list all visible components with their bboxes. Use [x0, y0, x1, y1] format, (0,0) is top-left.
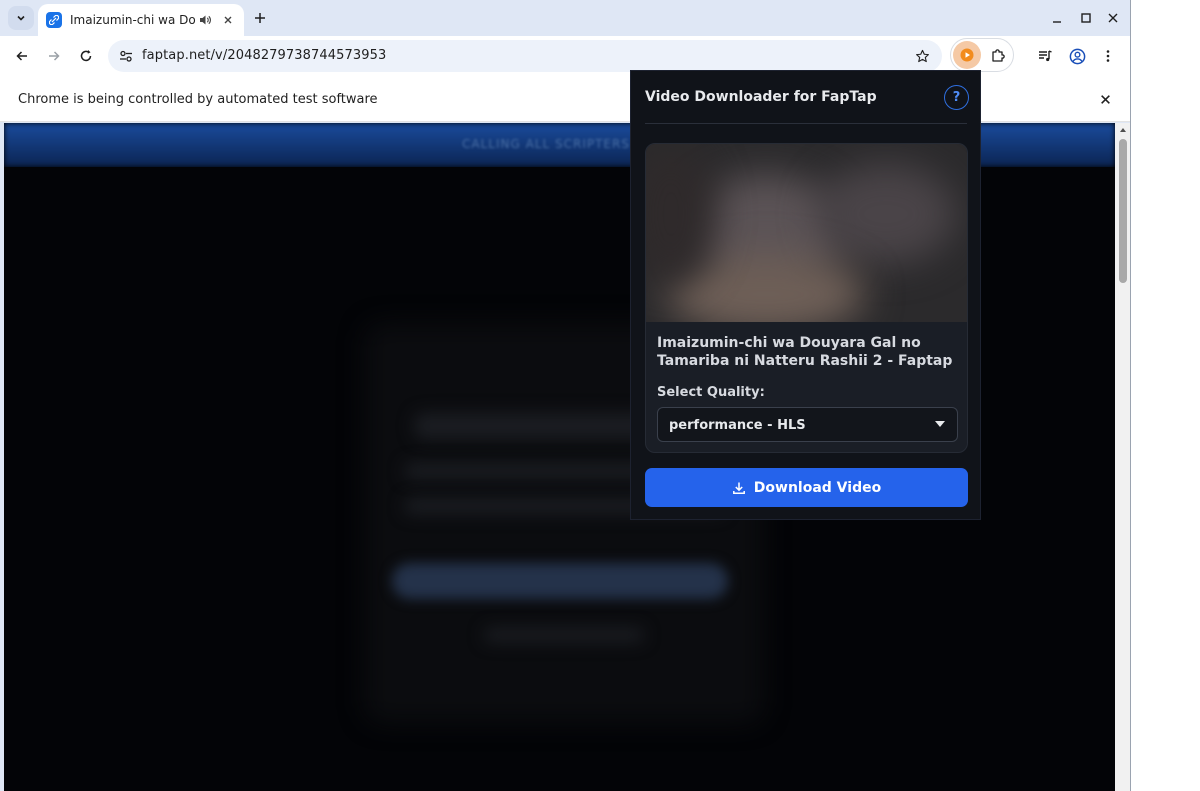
- back-button[interactable]: [8, 42, 36, 70]
- extension-popup: Video Downloader for FapTap ? Imaizumin-…: [630, 70, 981, 520]
- queue-music-icon: [1039, 50, 1052, 62]
- tune-icon: [120, 50, 132, 62]
- popup-title: Video Downloader for FapTap: [645, 89, 877, 105]
- infobar-close-button[interactable]: [1094, 88, 1116, 110]
- maximize-button[interactable]: [1076, 8, 1096, 28]
- infobar-message: Chrome is being controlled by automated …: [18, 92, 378, 107]
- thumbnail-blur-region: [816, 164, 956, 264]
- link-icon: [46, 12, 62, 28]
- video-thumbnail: [646, 144, 967, 322]
- help-button[interactable]: ?: [944, 85, 969, 110]
- browser-window: Imaizumin-chi wa Douyara Gal no Tamariba…: [0, 0, 1131, 791]
- close-icon: [224, 16, 232, 24]
- address-bar[interactable]: faptap.net/v/2048279738744573953: [108, 40, 942, 72]
- reload-icon: [80, 50, 92, 62]
- banner-text: CALLING ALL SCRIPTERS: [462, 137, 630, 151]
- tab-search-button[interactable]: [8, 6, 34, 30]
- video-downloader-extension-button[interactable]: [953, 41, 981, 69]
- popup-header: Video Downloader for FapTap ?: [645, 71, 969, 124]
- account-circle-icon: [1069, 48, 1085, 64]
- minimize-button[interactable]: [1047, 8, 1067, 28]
- blurred-text-line: [484, 628, 644, 642]
- video-title: Imaizumin-chi wa Douyara Gal no Tamariba…: [657, 335, 953, 369]
- page-scrollbar[interactable]: [1115, 123, 1130, 791]
- close-window-button[interactable]: [1103, 8, 1123, 28]
- menu-button[interactable]: [1094, 42, 1122, 70]
- close-icon: [1100, 94, 1110, 104]
- more-vertical-icon: [1106, 50, 1110, 62]
- quality-label: Select Quality:: [657, 385, 765, 400]
- quality-select[interactable]: performance - HLS: [657, 407, 958, 442]
- media-controls-button[interactable]: [1031, 42, 1059, 70]
- speaker-icon[interactable]: [198, 13, 212, 27]
- scroll-thumb[interactable]: [1119, 139, 1127, 283]
- blurred-button: [392, 563, 728, 599]
- download-video-button[interactable]: Download Video: [645, 468, 968, 507]
- video-card: Imaizumin-chi wa Douyara Gal no Tamariba…: [645, 143, 968, 453]
- tab-strip: Imaizumin-chi wa Douyara Gal no Tamariba…: [0, 0, 1130, 36]
- play-circle-icon: [960, 48, 974, 62]
- plus-icon: [255, 13, 265, 23]
- download-icon: [732, 482, 745, 494]
- chevron-down-icon: [17, 15, 25, 21]
- site-info-button[interactable]: [114, 44, 138, 68]
- quality-selected-value: performance - HLS: [669, 418, 806, 433]
- minimize-icon: [1053, 21, 1061, 23]
- url-text: faptap.net/v/2048279738744573953: [142, 48, 387, 63]
- new-tab-button[interactable]: [250, 8, 270, 28]
- download-label: Download Video: [753, 479, 882, 496]
- caret-down-icon: [935, 421, 945, 427]
- reload-button[interactable]: [72, 42, 100, 70]
- scroll-up-arrow-icon[interactable]: [1119, 126, 1127, 134]
- forward-button[interactable]: [40, 42, 68, 70]
- maximize-icon: [1081, 13, 1091, 23]
- arrow-left-icon: [16, 51, 27, 61]
- tab-close-button[interactable]: [220, 12, 236, 28]
- close-icon: [1108, 13, 1118, 23]
- star-icon: [915, 49, 929, 62]
- profile-button[interactable]: [1063, 42, 1091, 70]
- arrow-right-icon: [49, 51, 60, 61]
- puzzle-icon: [992, 49, 1005, 62]
- desktop-background: [1131, 0, 1200, 791]
- tab-title: Imaizumin-chi wa Douyara Gal no Tamariba…: [70, 13, 196, 27]
- extensions-button[interactable]: [984, 42, 1012, 70]
- tab-active[interactable]: Imaizumin-chi wa Douyara Gal no Tamariba…: [38, 4, 244, 36]
- bookmark-button[interactable]: [910, 44, 934, 68]
